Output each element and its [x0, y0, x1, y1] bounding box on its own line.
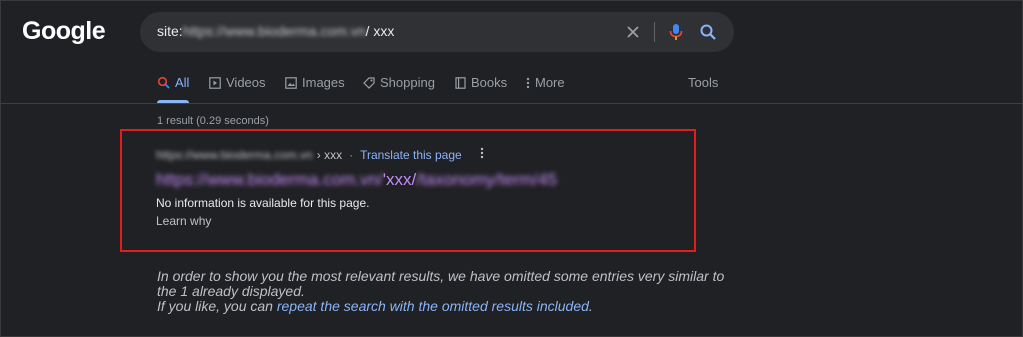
tab-label: Shopping: [380, 75, 435, 90]
cite-url[interactable]: https://www.bioderma.com.vn: [156, 148, 313, 162]
search-icon[interactable]: [698, 22, 718, 42]
search-tabs: All Videos Images Shopping Books More To…: [157, 75, 718, 103]
result-cite: https://www.bioderma.com.vn › xxx · Tran…: [156, 147, 484, 162]
omitted-line-2: the 1 already displayed.: [157, 283, 305, 299]
result-stats: 1 result (0.29 seconds): [157, 115, 269, 127]
tag-icon: [363, 76, 375, 89]
learn-why-link[interactable]: Learn why: [156, 214, 211, 228]
book-icon: [455, 76, 466, 89]
tab-label: Books: [471, 75, 508, 90]
header-divider: [1, 103, 1023, 104]
cite-breadcrumb: › xxx: [316, 147, 343, 162]
image-icon: [285, 76, 297, 89]
query-blurred-url: https://www.bioderma.com.vn: [182, 23, 366, 39]
omitted-line-1: In order to show you the most relevant r…: [157, 268, 725, 284]
omitted-results-notice: In order to show you the most relevant r…: [157, 269, 757, 314]
tab-videos[interactable]: Videos: [209, 75, 266, 90]
tab-more[interactable]: More: [526, 75, 565, 90]
tab-all[interactable]: All: [157, 75, 190, 103]
result-title-link[interactable]: https://www.bioderma.com.vn/'xxx//taxono…: [156, 170, 557, 190]
tab-shopping[interactable]: Shopping: [363, 75, 435, 90]
title-clear: 'xxx/: [382, 170, 417, 189]
tools-button[interactable]: Tools: [688, 75, 718, 90]
clear-icon[interactable]: [623, 22, 643, 42]
tab-label: Images: [302, 75, 345, 90]
tab-label: Videos: [226, 75, 266, 90]
more-vert-icon: [526, 77, 530, 88]
tab-books[interactable]: Books: [455, 75, 507, 90]
search-icon: [157, 76, 170, 89]
cite-separator: ·: [349, 147, 354, 162]
search-divider: [654, 22, 655, 42]
omitted-prefix: If you like, you can: [157, 298, 277, 314]
omitted-line-3: If you like, you can repeat the search w…: [157, 299, 757, 314]
result-snippet: No information is available for this pag…: [156, 196, 370, 210]
video-icon: [209, 76, 221, 89]
title-blurred-end: /taxonomy/term/45: [416, 170, 558, 189]
query-prefix: site:: [157, 23, 183, 39]
search-input[interactable]: site:https://www.bioderma.com.vn/ xxx: [157, 23, 394, 39]
query-suffix: / xxx: [365, 23, 395, 39]
tab-label: More: [535, 75, 565, 90]
google-logo[interactable]: Google: [22, 17, 106, 46]
more-options-icon[interactable]: [480, 147, 484, 162]
tab-images[interactable]: Images: [285, 75, 345, 90]
search-box[interactable]: site:https://www.bioderma.com.vn/ xxx: [140, 12, 734, 52]
repeat-search-link[interactable]: repeat the search with the omitted resul…: [277, 298, 589, 314]
omitted-suffix: .: [588, 298, 593, 314]
microphone-icon[interactable]: [666, 22, 686, 42]
title-blurred-start: https://www.bioderma.com.vn/: [156, 170, 383, 189]
translate-link[interactable]: Translate this page: [360, 148, 462, 162]
tools-label: Tools: [688, 75, 719, 90]
tab-label: All: [175, 75, 190, 90]
